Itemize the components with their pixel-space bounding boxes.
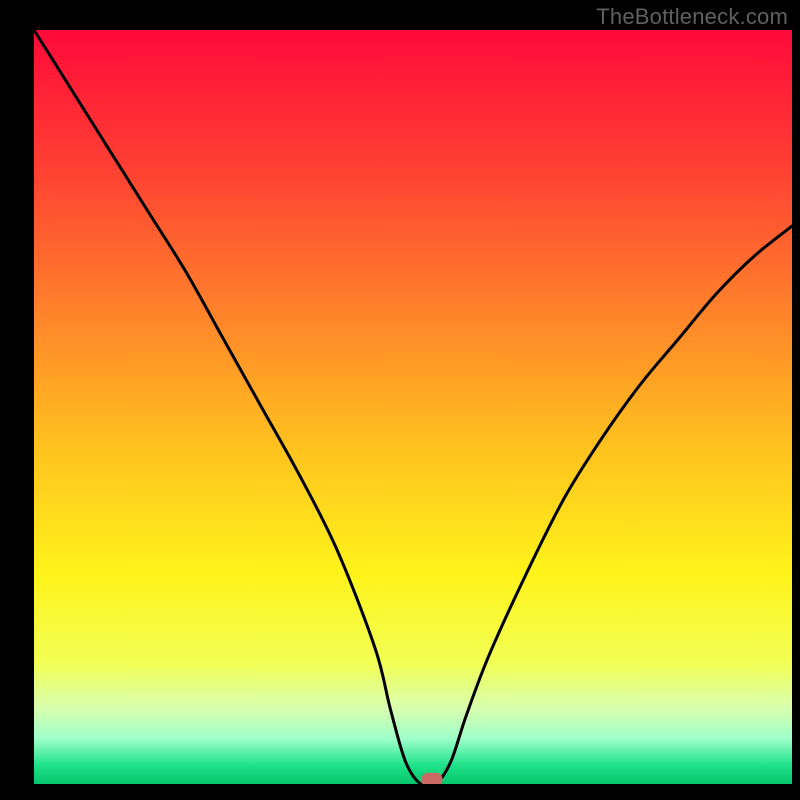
gradient-background [34,30,792,784]
plot-area [34,30,792,784]
optimal-marker [422,773,442,784]
watermark-text: TheBottleneck.com [596,4,788,30]
bottleneck-chart [34,30,792,784]
chart-frame: TheBottleneck.com [0,0,800,800]
